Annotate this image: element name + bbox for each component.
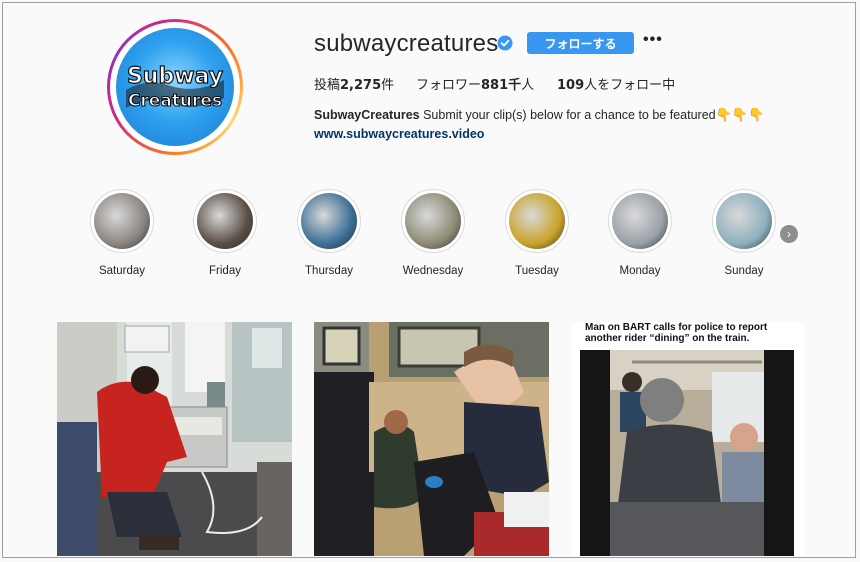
highlight-tuesday[interactable]: Tuesday xyxy=(497,189,577,277)
avatar-text-creatures: Creatures xyxy=(128,91,222,111)
avatar-logo: Subway Creatures xyxy=(126,63,224,112)
followers-count[interactable]: フォロワー881千人 xyxy=(416,74,534,93)
post-3-caption: Man on BART calls for police to report a… xyxy=(585,322,768,344)
highlight-cover xyxy=(401,189,465,253)
more-options-icon[interactable]: ••• xyxy=(643,31,663,49)
highlight-cover xyxy=(608,189,672,253)
highlight-sunday[interactable]: Sunday xyxy=(704,189,784,277)
following-count[interactable]: 109人をフォロー中 xyxy=(557,74,675,93)
post-thumbnail-1[interactable] xyxy=(57,322,292,556)
follow-button[interactable]: フォローする xyxy=(527,32,634,54)
profile-username: subwaycreatures xyxy=(314,30,499,57)
highlight-label: Wednesday xyxy=(402,265,464,277)
post-thumbnail-3[interactable] xyxy=(572,322,804,556)
bio-website-link[interactable]: www.subwaycreatures.video xyxy=(314,127,484,141)
bio-text: Submit your clip(s) below for a chance t… xyxy=(423,108,716,122)
instagram-profile-page: Subway Creatures subwaycreatures フォローする … xyxy=(2,2,856,558)
highlight-cover xyxy=(505,189,569,253)
highlight-wednesday[interactable]: Wednesday xyxy=(393,189,473,277)
highlight-cover xyxy=(193,189,257,253)
highlight-cover xyxy=(90,189,154,253)
chevron-right-icon[interactable]: › xyxy=(780,225,798,243)
highlight-thursday[interactable]: Thursday xyxy=(289,189,369,277)
highlight-label: Sunday xyxy=(724,265,764,277)
highlight-label: Thursday xyxy=(305,265,353,277)
profile-bio: SubwayCreatures Submit your clip(s) belo… xyxy=(314,107,764,123)
post-thumbnail-2[interactable] xyxy=(314,322,549,556)
avatar-text-subway: Subway xyxy=(127,64,223,89)
profile-avatar[interactable]: Subway Creatures xyxy=(107,19,243,155)
pointing-down-emoji-icon: 👇👇👇 xyxy=(715,107,765,122)
highlight-cover xyxy=(712,189,776,253)
highlight-label: Saturday xyxy=(98,265,146,277)
posts-count: 投稿2,275件 xyxy=(314,78,395,93)
bio-name: SubwayCreatures xyxy=(314,108,420,122)
verified-badge-icon xyxy=(497,35,513,51)
video-reel-icon xyxy=(770,331,786,345)
highlight-label: Friday xyxy=(209,265,241,277)
highlight-label: Monday xyxy=(619,265,661,277)
highlight-saturday[interactable]: Saturday xyxy=(82,189,162,277)
highlight-monday[interactable]: Monday xyxy=(600,189,680,277)
highlight-label: Tuesday xyxy=(515,265,559,277)
highlight-cover xyxy=(297,189,361,253)
highlight-friday[interactable]: Friday xyxy=(185,189,265,277)
